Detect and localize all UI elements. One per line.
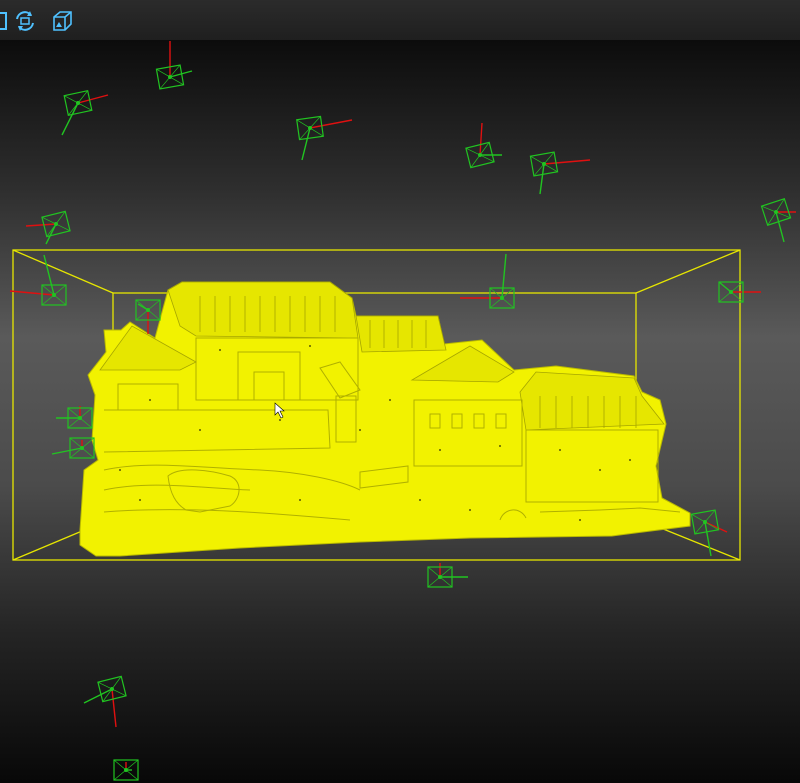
camera-x-axis bbox=[77, 94, 109, 104]
camera-y-axis bbox=[45, 223, 57, 245]
camera-frustum[interactable] bbox=[9, 254, 67, 306]
camera-frustum[interactable] bbox=[25, 210, 71, 245]
app-window bbox=[0, 0, 800, 783]
box-view-icon[interactable] bbox=[50, 9, 74, 33]
reconstructed-model[interactable] bbox=[79, 281, 691, 557]
camera-frame bbox=[41, 284, 67, 306]
camera-frustum[interactable] bbox=[460, 253, 515, 309]
camera-x-axis bbox=[9, 290, 55, 296]
refresh-camera-icon[interactable] bbox=[13, 9, 37, 33]
camera-frame bbox=[529, 151, 559, 177]
camera-y-axis bbox=[51, 447, 83, 455]
3d-viewport[interactable] bbox=[0, 40, 800, 783]
camera-y-axis bbox=[501, 253, 507, 299]
camera-y-axis bbox=[43, 254, 55, 296]
camera-frame bbox=[63, 90, 93, 116]
camera-frame bbox=[690, 509, 720, 535]
camera-frustum[interactable] bbox=[155, 41, 193, 90]
camera-y-axis bbox=[704, 521, 712, 557]
camera-frustum[interactable] bbox=[690, 509, 728, 557]
scene-canvas[interactable] bbox=[0, 40, 800, 783]
camera-frustum[interactable] bbox=[760, 198, 796, 243]
camera-frustum[interactable] bbox=[427, 563, 468, 588]
roof-middle bbox=[355, 315, 447, 353]
camera-frustum[interactable] bbox=[83, 675, 127, 728]
camera-frustum[interactable] bbox=[465, 122, 502, 169]
camera-y-axis bbox=[775, 211, 785, 243]
camera-x-axis bbox=[543, 159, 591, 165]
camera-frustum[interactable] bbox=[51, 437, 95, 459]
camera-frustum[interactable] bbox=[61, 90, 109, 136]
camera-frustum[interactable] bbox=[296, 115, 353, 161]
camera-frame bbox=[97, 675, 127, 703]
camera-y-axis bbox=[61, 102, 79, 136]
camera-x-axis bbox=[479, 122, 483, 156]
partial-icon[interactable] bbox=[0, 9, 10, 33]
toolbar bbox=[0, 0, 800, 41]
camera-frustum[interactable] bbox=[56, 406, 93, 429]
camera-frame bbox=[296, 115, 324, 141]
roof-main bbox=[167, 281, 359, 339]
camera-x-axis bbox=[25, 223, 57, 227]
camera-x-axis bbox=[111, 688, 117, 728]
camera-frustum[interactable] bbox=[113, 759, 139, 781]
camera-frustum[interactable] bbox=[529, 151, 591, 195]
